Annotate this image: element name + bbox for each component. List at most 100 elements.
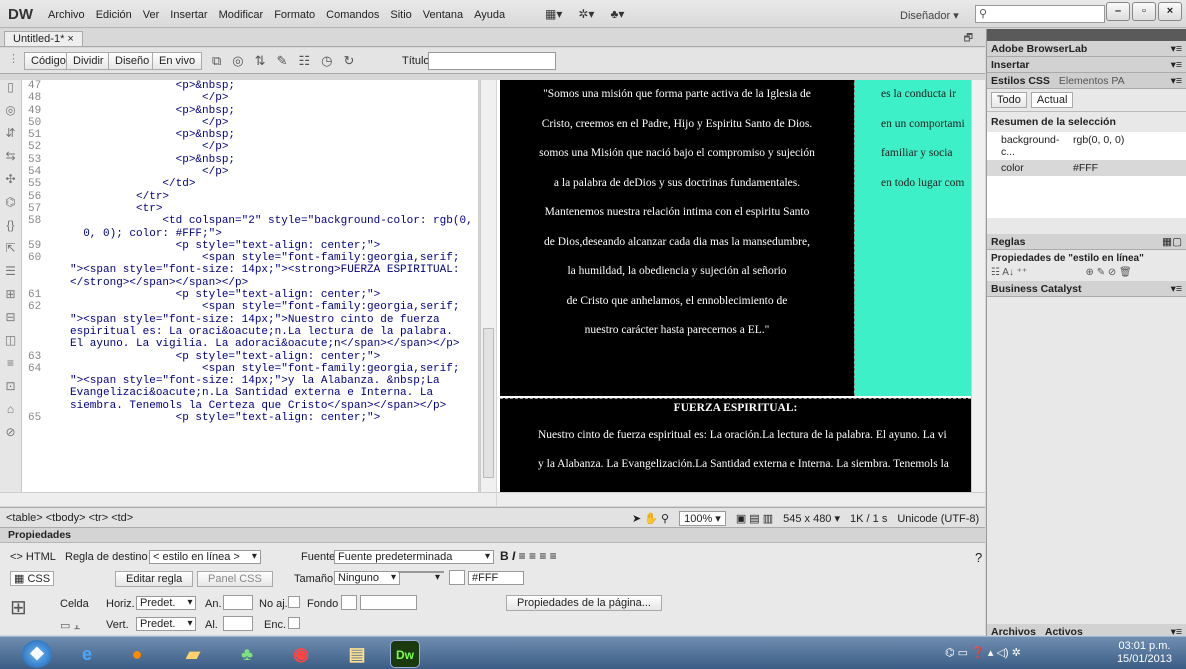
coding-tool-icon[interactable]: ⊡: [0, 379, 21, 402]
design-view-button[interactable]: Diseño: [108, 52, 157, 70]
dreamweaver-task-icon[interactable]: Dw: [390, 640, 420, 668]
business-catalyst-header[interactable]: Business Catalyst ▾≡: [987, 281, 1186, 297]
coding-tool-icon[interactable]: ⇱: [0, 241, 21, 264]
design-hscrollbar[interactable]: [497, 492, 985, 506]
tag-selector[interactable]: <table> <tbody> <tr> <td>: [6, 512, 133, 524]
code-line[interactable]: 58 <td colspan="2" style="background-col…: [22, 215, 478, 227]
code-line[interactable]: 55 </td>: [22, 178, 478, 190]
preview-icon[interactable]: ◎: [232, 53, 243, 69]
menu-item-comandos[interactable]: Comandos: [326, 9, 379, 21]
code-hscrollbar[interactable]: [0, 492, 496, 506]
size-unit-select[interactable]: [398, 571, 444, 583]
cyan-cell[interactable]: es la conducta ir en un comportami familia…: [854, 80, 971, 396]
design-scrollbar[interactable]: [971, 80, 985, 492]
title-input[interactable]: [428, 52, 556, 70]
explorer-icon[interactable]: ▤: [342, 640, 372, 668]
merge-split-icons[interactable]: ▭ ⫠: [60, 619, 80, 633]
tab-ap-elements[interactable]: Elementos PA: [1059, 75, 1125, 87]
code-line[interactable]: 49 <p>&nbsp;: [22, 105, 478, 117]
format-buttons[interactable]: B I ≡ ≡ ≡ ≡: [500, 549, 557, 563]
code-line[interactable]: espiritual es: La oraci&oacute;n.La lect…: [22, 326, 478, 338]
code-line[interactable]: 51 <p>&nbsp;: [22, 129, 478, 141]
restore-doc-icon[interactable]: 🗗: [964, 31, 973, 48]
file-management-icon[interactable]: ⇅: [255, 53, 266, 69]
menu-item-ver[interactable]: Ver: [143, 9, 160, 21]
folder-icon[interactable]: ▰: [178, 640, 208, 668]
coding-tool-icon[interactable]: {}: [0, 218, 21, 241]
coding-tool-icon[interactable]: ⊘: [0, 425, 21, 448]
code-line[interactable]: 0, 0); color: #FFF;">: [22, 228, 478, 240]
validate-icon[interactable]: ☷: [298, 53, 310, 69]
coding-tool-icon[interactable]: ▯: [0, 80, 21, 103]
coding-tool-icon[interactable]: ⊟: [0, 310, 21, 333]
code-line[interactable]: 57 <tr>: [22, 203, 478, 215]
css-property-row[interactable]: color #FFF: [987, 160, 1186, 176]
menu-item-formato[interactable]: Formato: [274, 9, 315, 21]
visual-aids-icon[interactable]: ✎: [277, 53, 288, 69]
code-line[interactable]: Evangelizaci&oacute;n.La Santidad extern…: [22, 387, 478, 399]
coding-tool-icon[interactable]: ✣: [0, 172, 21, 195]
code-line[interactable]: 61 <p style="text-align: center;">: [22, 289, 478, 301]
color-input[interactable]: #FFF: [468, 571, 524, 585]
code-line[interactable]: 53 <p>&nbsp;: [22, 154, 478, 166]
clock[interactable]: 03:01 p.m. 15/01/2013: [1117, 640, 1172, 666]
all-button[interactable]: Todo: [991, 92, 1027, 108]
search-input[interactable]: ⚲: [975, 5, 1105, 23]
bg-input[interactable]: [360, 595, 417, 610]
menu-item-ventana[interactable]: Ventana: [423, 9, 463, 21]
coding-tool-icon[interactable]: ≡: [0, 356, 21, 379]
menu-item-modificar[interactable]: Modificar: [219, 9, 264, 21]
font-select[interactable]: Fuente predeterminada: [334, 550, 494, 564]
coding-tool-icon[interactable]: ⌂: [0, 402, 21, 425]
code-line[interactable]: siembra. Tenemols la Certeza que Cristo<…: [22, 400, 478, 412]
code-line[interactable]: </strong></span></span></p>: [22, 277, 478, 289]
code-scrollbar[interactable]: [480, 80, 496, 492]
menu-item-edicion[interactable]: Edición: [96, 9, 132, 21]
internet-explorer-icon[interactable]: e: [72, 640, 102, 668]
window-size[interactable]: 545 x 480 ▾: [783, 512, 840, 525]
html-mode-button[interactable]: <> HTML: [10, 551, 56, 563]
vert-select[interactable]: Predet.: [136, 617, 197, 631]
document-tab[interactable]: Untitled-1* ×: [4, 31, 83, 46]
scroll-thumb[interactable]: [483, 328, 494, 478]
tab-css-styles[interactable]: Estilos CSS: [991, 75, 1050, 87]
design-view[interactable]: "Somos una misión que forma parte activa…: [497, 80, 971, 492]
select-tool-icon[interactable]: ➤ ✋ ⚲: [632, 512, 669, 525]
refresh-icon[interactable]: ↻: [343, 53, 354, 69]
menu-item-ayuda[interactable]: Ayuda: [474, 9, 505, 21]
split-view-button[interactable]: Dividir: [66, 52, 111, 70]
code-line[interactable]: "><span style="font-size: 14px;">y la Al…: [22, 375, 478, 387]
coding-tool-icon[interactable]: ◎: [0, 103, 21, 126]
rules-header[interactable]: Reglas ▦▢: [987, 234, 1186, 250]
target-rule-select[interactable]: < estilo en línea >: [149, 550, 261, 564]
help-icon[interactable]: ?: [975, 550, 982, 565]
layout-icon[interactable]: ▦▾: [545, 7, 562, 21]
code-line[interactable]: "><span style="font-size: 14px;">Nuestro…: [22, 314, 478, 326]
minimize-button[interactable]: –: [1106, 2, 1130, 21]
css-property-row[interactable]: background-c... rgb(0, 0, 0): [987, 132, 1186, 160]
black-cell[interactable]: "Somos una misión que forma parte activa…: [500, 80, 854, 396]
size-select[interactable]: Ninguno: [334, 571, 400, 585]
menu-item-archivo[interactable]: Archivo: [48, 9, 85, 21]
menu-item-sitio[interactable]: Sitio: [390, 9, 411, 21]
code-line[interactable]: El ayuno. La vigilia. La adoraci&oacute;…: [22, 338, 478, 350]
people-icon[interactable]: ♣: [232, 640, 262, 668]
chrome-icon[interactable]: ◉: [286, 640, 316, 668]
coding-tool-icon[interactable]: ☰: [0, 264, 21, 287]
workspace-switcher[interactable]: Diseñador ▾: [900, 9, 959, 22]
code-line[interactable]: 63 <p style="text-align: center;">: [22, 351, 478, 363]
edit-rule-button[interactable]: Editar regla: [115, 571, 194, 587]
css-mode-button[interactable]: ▦ CSS: [10, 571, 55, 586]
live-view-button[interactable]: En vivo: [152, 52, 203, 70]
bg-swatch[interactable]: [341, 595, 357, 610]
screen-size-icons[interactable]: ▣ ▤ ▥: [736, 512, 773, 525]
code-line[interactable]: 60 <span style="font-family:georgia,seri…: [22, 252, 478, 264]
horiz-select[interactable]: Predet.: [136, 596, 197, 610]
menu-item-insertar[interactable]: Insertar: [170, 9, 207, 21]
code-line[interactable]: 54 </p>: [22, 166, 478, 178]
start-button[interactable]: ❖: [22, 640, 52, 668]
code-line[interactable]: "><span style="font-size: 14px;"><strong…: [22, 264, 478, 276]
close-button[interactable]: ×: [1158, 2, 1182, 21]
zoom-select[interactable]: 100% ▾: [679, 511, 726, 526]
code-line[interactable]: 56 </tr>: [22, 191, 478, 203]
